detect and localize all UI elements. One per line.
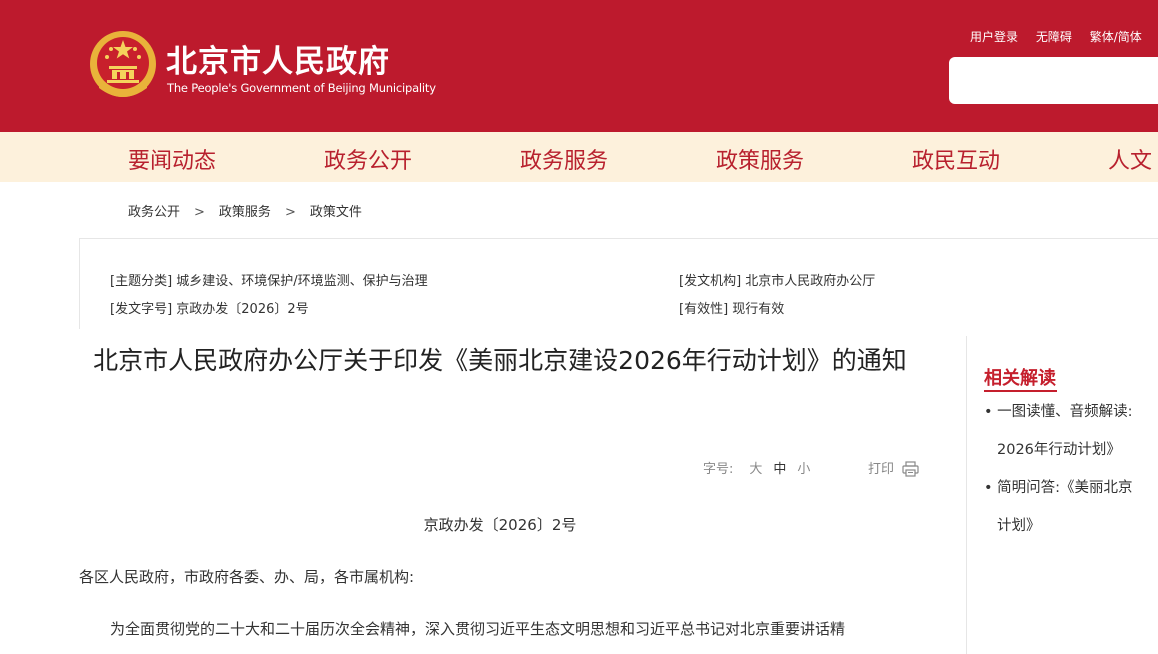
nav-item-gov-services[interactable]: 政务服务 xyxy=(520,143,608,175)
print-button[interactable]: 打印 xyxy=(868,458,919,477)
font-size-label: 字号: xyxy=(703,462,734,477)
nav-item-interaction[interactable]: 政民互动 xyxy=(912,143,1000,175)
site-subtitle: The People's Government of Beijing Munic… xyxy=(167,81,436,95)
font-size-small-button[interactable]: 小 xyxy=(797,462,810,477)
body-paragraph: 为全面贯彻党的二十大和二十届历次全会精神，深入贯彻习近平生态文明思想和习近平总书… xyxy=(110,620,846,638)
breadcrumb-separator: > xyxy=(194,205,205,220)
related-item-qa[interactable]: • 简明问答:《美丽北京 计划》 xyxy=(984,469,1133,545)
related-interpretation-title: 相关解读 xyxy=(984,368,1056,389)
national-emblem-icon xyxy=(90,31,156,97)
site-title: 北京市人民政府 xyxy=(166,44,390,80)
traditional-simplified-toggle[interactable]: 繁体/简体 xyxy=(1090,30,1142,44)
breadcrumb-separator: > xyxy=(284,205,296,220)
breadcrumb-gov-affairs[interactable]: 政务公开 xyxy=(128,205,180,220)
document-number-info: [发文字号] 京政办发〔2026〕2号 xyxy=(110,302,309,317)
printer-icon xyxy=(902,460,919,477)
print-label: 打印 xyxy=(868,462,895,477)
breadcrumb: 政务公开 > 政策服务 > 政策文件 xyxy=(128,201,362,220)
document-number: 京政办发〔2026〕2号 xyxy=(423,516,577,534)
related-item-line: 2026年行动计划》 xyxy=(997,442,1121,458)
font-size-medium-button[interactable]: 中 xyxy=(773,462,786,477)
related-item-line: 计划》 xyxy=(997,518,1041,534)
breadcrumb-policy-services[interactable]: 政策服务 xyxy=(219,205,271,220)
issuing-agency: [发文机构] 北京市人民政府办公厅 xyxy=(679,274,876,289)
search-input[interactable] xyxy=(949,57,1158,104)
related-title-underline xyxy=(984,390,1057,392)
font-size-controls: 字号: 大中小 xyxy=(703,458,810,477)
sidebar-divider xyxy=(966,336,967,654)
related-item-infographic[interactable]: • 一图读懂、音频解读: 2026年行动计划》 xyxy=(984,393,1133,469)
related-item-line: • 一图读懂、音频解读: xyxy=(984,404,1133,420)
site-header: 北京市人民政府 The People's Government of Beiji… xyxy=(0,0,1158,132)
nav-item-culture[interactable]: 人文 xyxy=(1108,143,1152,175)
validity-status: [有效性] 现行有效 xyxy=(679,302,785,317)
nav-item-policy-services[interactable]: 政策服务 xyxy=(716,143,804,175)
nav-item-gov-affairs[interactable]: 政务公开 xyxy=(324,143,412,175)
article-title: 北京市人民政府办公厅关于印发《美丽北京建设2026年行动计划》的通知 xyxy=(93,346,907,375)
accessibility-link[interactable]: 无障碍 xyxy=(1036,30,1072,44)
salutation: 各区人民政府，市政府各委、办、局，各市属机构: xyxy=(79,568,415,586)
font-size-large-button[interactable]: 大 xyxy=(749,462,762,477)
login-link[interactable]: 用户登录 xyxy=(970,30,1018,44)
topic-category: [主题分类] 城乡建设、环境保护/环境监测、保护与治理 xyxy=(110,274,428,289)
breadcrumb-policy-documents[interactable]: 政策文件 xyxy=(310,205,362,220)
top-links: 用户登录 无障碍 繁体/简体 xyxy=(970,28,1156,45)
main-nav: 要闻动态 政务公开 政务服务 政策服务 政民互动 人文 xyxy=(0,132,1158,182)
related-item-line: • 简明问答:《美丽北京 xyxy=(984,480,1133,496)
nav-item-news[interactable]: 要闻动态 xyxy=(128,143,216,175)
